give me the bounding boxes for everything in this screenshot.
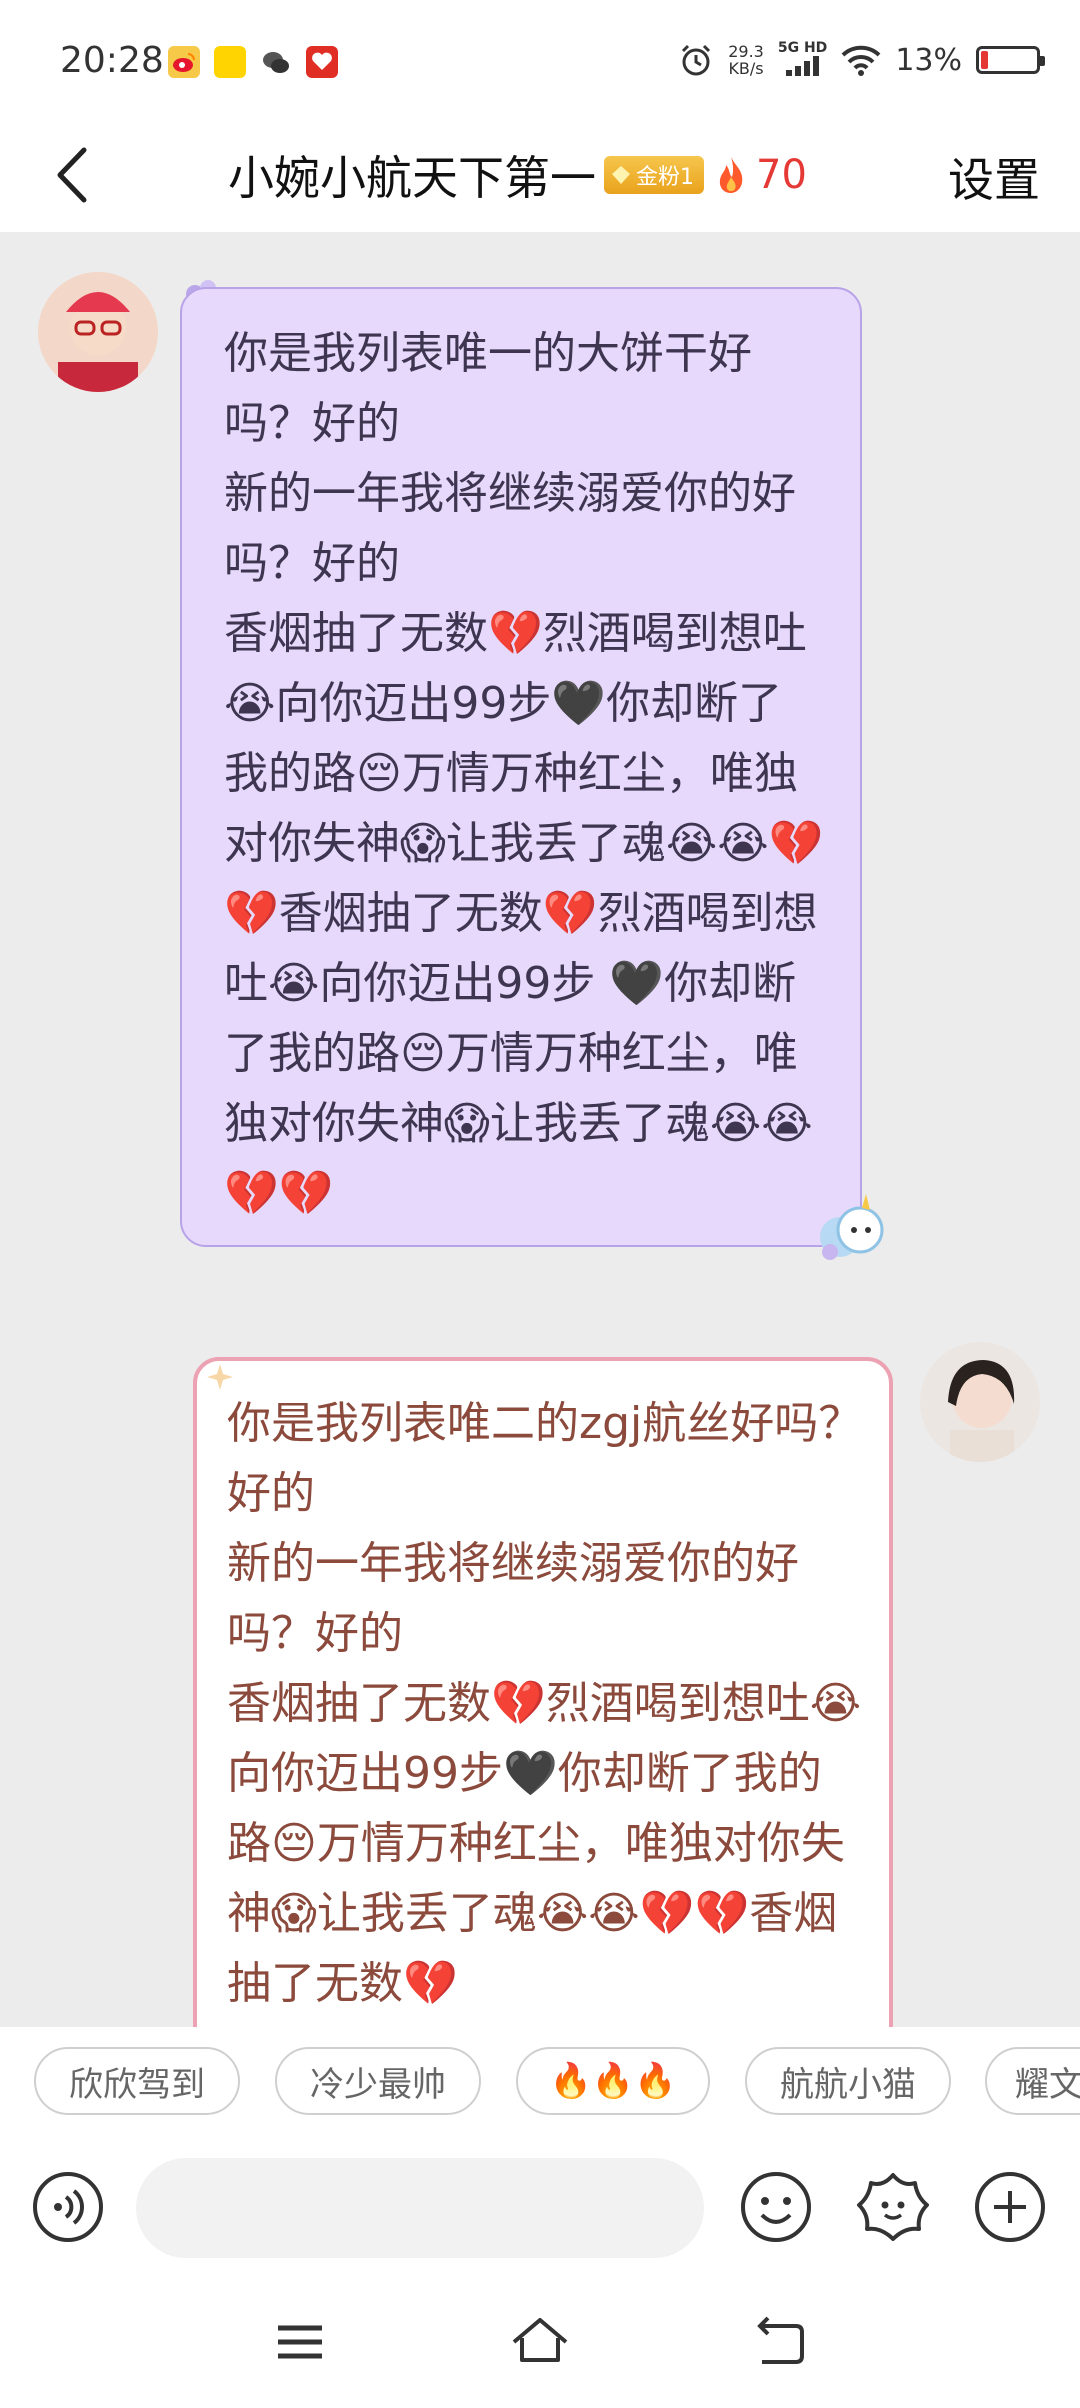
bilibili-notification-icon <box>214 46 246 78</box>
wechat-notification-icon <box>260 46 292 78</box>
wifi-icon <box>841 45 881 76</box>
fan-level-badge: 金粉1 <box>604 156 704 194</box>
weibo-notification-icon <box>168 46 200 78</box>
sparkle-decoration-icon <box>207 1364 233 1390</box>
fan-badge-label: 金粉1 <box>636 165 694 190</box>
status-bar: 20:28 29.3 KB/s 5G HD 13% <box>0 0 1080 120</box>
unicorn-sticker-icon <box>820 1194 884 1260</box>
my-avatar[interactable] <box>920 1342 1040 1462</box>
quick-reply-bar: 欣欣驾到 冷少最帅 🔥🔥🔥 航航小猫 耀文 <box>0 2027 1080 2157</box>
quick-reply-chip[interactable]: 耀文 <box>985 2047 1080 2115</box>
home-icon[interactable] <box>510 2312 570 2372</box>
status-right: 29.3 KB/s 5G HD 13% <box>678 40 1045 80</box>
chevron-left-icon[interactable] <box>40 140 110 210</box>
sender-avatar[interactable] <box>38 272 158 392</box>
page-title: 小婉小航天下第一 <box>228 151 596 205</box>
chat-messages[interactable]: 你是我列表唯一的大饼干好吗？好的 新的一年我将继续溺爱你的好吗？好的 香烟抽了无… <box>0 232 1080 2027</box>
message-bubble-received[interactable]: 你是我列表唯一的大饼干好吗？好的 新的一年我将继续溺爱你的好吗？好的 香烟抽了无… <box>180 287 862 1247</box>
network-type: 5G HD <box>778 40 827 80</box>
quick-reply-chip[interactable]: 冷少最帅 <box>275 2047 481 2115</box>
menu-lines-icon[interactable] <box>270 2312 330 2372</box>
fire-icon <box>719 157 743 193</box>
alarm-clock-icon <box>682 44 711 76</box>
settings-button[interactable]: 设置 <box>948 144 1040 210</box>
plus-icon[interactable] <box>972 2169 1048 2245</box>
heat-count: 70 <box>756 152 807 198</box>
message-text: 你是我列表唯二的zgj航丝好吗？好的 新的一年我将继续溺爱你的好吗？好的 香烟抽… <box>227 1398 863 2009</box>
battery-icon <box>976 46 1045 74</box>
voice-wave-icon[interactable] <box>30 2169 106 2245</box>
system-nav-bar <box>0 2272 1080 2408</box>
input-bar <box>0 2142 1080 2272</box>
return-arrow-icon[interactable] <box>750 2312 810 2372</box>
notification-icons <box>168 46 338 78</box>
message-bubble-sent[interactable]: 你是我列表唯二的zgj航丝好吗？好的 新的一年我将继续溺爱你的好吗？好的 香烟抽… <box>193 1357 893 2027</box>
flower-sticker-icon[interactable] <box>855 2169 931 2245</box>
battery-percent: 13% <box>895 42 962 78</box>
chat-header: 小婉小航天下第一 金粉1 70 设置 <box>0 120 1080 232</box>
quick-reply-chip[interactable]: 🔥🔥🔥 <box>516 2047 710 2115</box>
network-speed: 29.3 KB/s <box>728 42 764 78</box>
signal-bars-icon <box>785 56 819 76</box>
status-time: 20:28 <box>60 40 164 81</box>
quick-reply-chip[interactable]: 航航小猫 <box>745 2047 951 2115</box>
diamond-icon <box>612 166 630 184</box>
message-input[interactable] <box>136 2158 704 2258</box>
message-text: 你是我列表唯一的大饼干好吗？好的 新的一年我将继续溺爱你的好吗？好的 香烟抽了无… <box>224 328 824 1219</box>
battery-fill <box>981 51 988 69</box>
title-group: 小婉小航天下第一 金粉1 70 <box>228 142 807 208</box>
shopping-notification-icon <box>306 46 338 78</box>
quick-reply-chip[interactable]: 欣欣驾到 <box>34 2047 240 2115</box>
smiley-icon[interactable] <box>738 2169 814 2245</box>
